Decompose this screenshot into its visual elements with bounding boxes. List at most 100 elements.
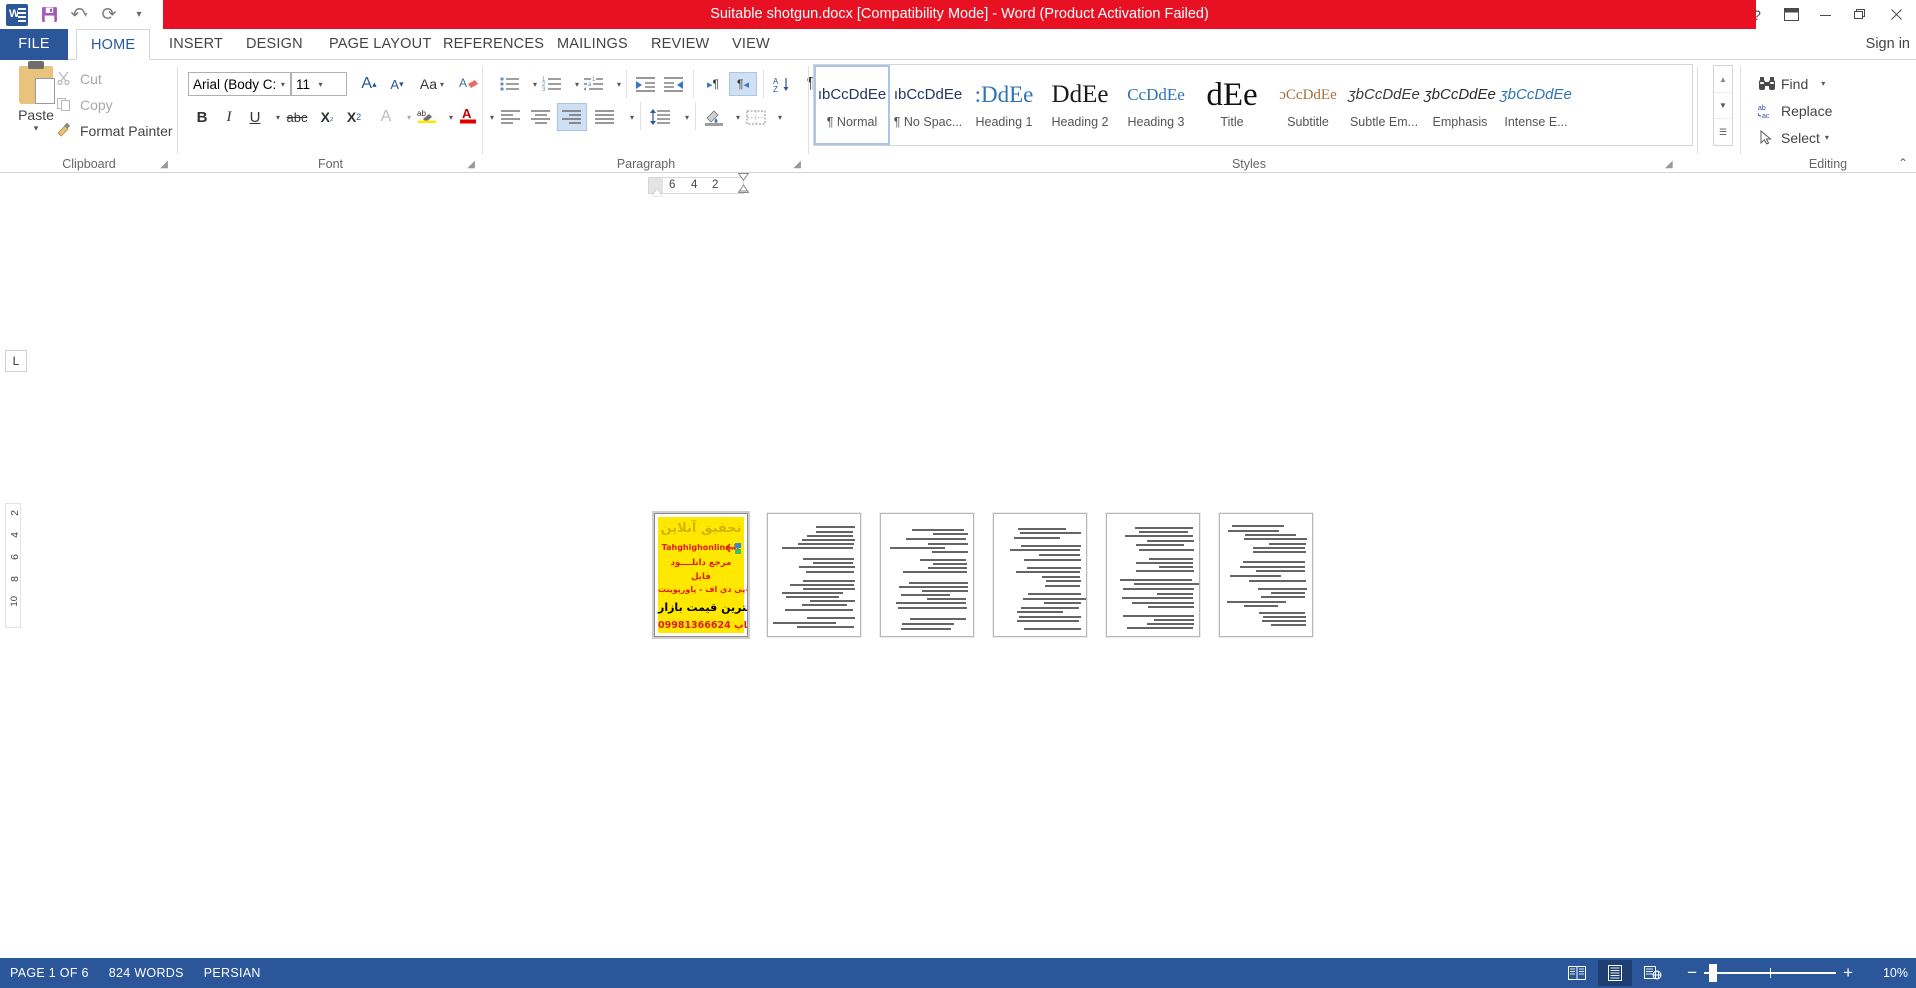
borders-dropdown-icon[interactable]: ▾	[768, 105, 792, 129]
grow-font-button[interactable]: A ▴	[356, 72, 382, 96]
vertical-ruler[interactable]: 2 4 6 8 10	[5, 503, 21, 628]
tab-mailings[interactable]: MAILINGS	[543, 29, 642, 60]
shading-button[interactable]	[701, 105, 727, 129]
read-mode-button[interactable]	[1560, 960, 1594, 986]
find-button[interactable]: Find ▾	[1758, 72, 1825, 95]
document-page[interactable]	[993, 513, 1087, 637]
underline-button[interactable]: U	[243, 105, 267, 129]
tab-references[interactable]: REFERENCES	[429, 29, 558, 60]
font-color-button[interactable]: A	[455, 103, 481, 127]
font-size-combobox[interactable]: 11 ▾	[291, 72, 347, 96]
superscript-button[interactable]: X2	[341, 105, 367, 129]
restore-button[interactable]	[1842, 0, 1876, 29]
text-effects-button[interactable]: A	[374, 105, 398, 129]
zoom-thumb[interactable]	[1709, 964, 1718, 982]
font-size-dropdown-icon[interactable]: ▾	[313, 80, 328, 89]
styles-gallery[interactable]: ıbCcDdEe ¶ Normal ıbCcDdEe ¶ No Spac...:DdE…	[813, 64, 1693, 146]
cut-button[interactable]: Cut	[56, 70, 102, 88]
numbering-button[interactable]: 123	[539, 72, 565, 96]
style-item-title[interactable]: dEe Title	[1194, 65, 1270, 145]
select-dropdown-icon[interactable]: ▾	[1825, 133, 1829, 142]
document-page[interactable]	[767, 513, 861, 637]
zoom-in-button[interactable]: +	[1836, 963, 1860, 983]
align-center-button[interactable]	[527, 105, 555, 129]
left-to-right-button[interactable]: ▸ ¶	[699, 72, 727, 96]
paragraph-dialog-launcher[interactable]: ◢	[793, 159, 801, 170]
document-page[interactable]: تحقیق آنلاین Tahghighonline.ir مرجع دانلــ…	[654, 513, 748, 637]
style-item-subtle-em[interactable]: ʒbCcDdEe Subtle Em...	[1346, 65, 1422, 145]
replace-button[interactable]: ab ac Replace	[1758, 99, 1832, 122]
italic-button[interactable]: I	[217, 105, 241, 129]
shrink-font-button[interactable]: A ▾	[384, 72, 410, 96]
zoom-level-label[interactable]: 10%	[1870, 966, 1908, 980]
close-button[interactable]	[1876, 0, 1916, 29]
styles-scroll-up-icon[interactable]: ▲	[1714, 66, 1732, 92]
style-item-heading-2[interactable]: DdEe Heading 2	[1042, 65, 1118, 145]
zoom-slider[interactable]: − +	[1680, 963, 1860, 983]
select-button[interactable]: Select ▾	[1758, 126, 1829, 149]
ruler-track[interactable]: 6 4 2	[648, 177, 744, 194]
save-icon[interactable]	[34, 0, 64, 29]
undo-icon[interactable]: ↶ ▾	[64, 0, 94, 29]
change-case-button[interactable]: Aa ▾	[415, 72, 449, 96]
document-page[interactable]	[880, 513, 974, 637]
ribbon-display-options-icon[interactable]	[1774, 0, 1808, 29]
align-right-button[interactable]	[557, 103, 587, 131]
borders-button[interactable]	[743, 105, 769, 129]
minimize-button[interactable]	[1808, 0, 1842, 29]
increase-indent-button[interactable]	[661, 72, 687, 96]
print-layout-button[interactable]	[1598, 960, 1633, 986]
subscript-button[interactable]: X₂	[314, 105, 340, 129]
styles-more-icon[interactable]: ☰	[1714, 118, 1732, 145]
first-line-indent-marker[interactable]	[652, 189, 662, 196]
clear-formatting-button[interactable]: A	[455, 72, 481, 96]
document-page[interactable]	[1219, 513, 1313, 637]
document-page[interactable]	[1106, 513, 1200, 637]
style-item-heading-3[interactable]: CcDdEe Heading 3	[1118, 65, 1194, 145]
tab-file[interactable]: FILE	[0, 29, 68, 60]
font-name-combobox[interactable]: Arial (Body C: ▾	[188, 72, 291, 96]
style-item-intense-e[interactable]: ʒbCcDdEe Intense E...	[1498, 65, 1574, 145]
bullets-button[interactable]	[497, 72, 523, 96]
tab-review[interactable]: REVIEW	[637, 29, 723, 60]
zoom-track[interactable]	[1704, 964, 1837, 982]
styles-scroll-down-icon[interactable]: ▼	[1714, 92, 1732, 118]
tab-design[interactable]: DESIGN	[232, 29, 317, 60]
highlight-color-button[interactable]: ab	[414, 103, 440, 127]
collapse-ribbon-icon[interactable]: ⌃	[1898, 156, 1908, 170]
justify-button[interactable]	[591, 105, 619, 129]
right-to-left-button[interactable]: ¶ ◂	[729, 72, 757, 96]
style-item--normal[interactable]: ıbCcDdEe ¶ Normal	[814, 65, 890, 145]
page-indicator[interactable]: PAGE 1 OF 6	[10, 966, 89, 980]
tab-insert[interactable]: INSERT	[155, 29, 237, 60]
clipboard-dialog-launcher[interactable]: ◢	[160, 159, 168, 170]
multilevel-list-button[interactable]: 1ai	[581, 72, 607, 96]
tab-view[interactable]: VIEW	[718, 29, 784, 60]
line-spacing-button[interactable]	[646, 105, 674, 129]
zoom-out-button[interactable]: −	[1680, 963, 1704, 983]
web-layout-button[interactable]	[1636, 960, 1670, 986]
strikethrough-button[interactable]: abc	[282, 105, 312, 129]
tab-stop-selector[interactable]: L	[5, 350, 27, 372]
style-item-heading-1[interactable]: :DdEe Heading 1	[966, 65, 1042, 145]
multilevel-dropdown-icon[interactable]: ▾	[607, 72, 631, 96]
decrease-indent-button[interactable]	[633, 72, 659, 96]
sort-button[interactable]: A Z	[769, 72, 795, 96]
customize-quick-access-icon[interactable]: ▾	[124, 0, 154, 29]
help-icon[interactable]: ?	[1740, 0, 1774, 29]
style-item-subtitle[interactable]: ɔCcDdEe Subtitle	[1270, 65, 1346, 145]
copy-button[interactable]: Copy	[56, 96, 113, 114]
sign-in-link[interactable]: Sign in	[1866, 29, 1910, 60]
style-item--no-spac[interactable]: ıbCcDdEe ¶ No Spac...	[890, 65, 966, 145]
find-dropdown-icon[interactable]: ▾	[1821, 79, 1825, 88]
redo-icon[interactable]: ⟳	[94, 0, 124, 29]
font-dialog-launcher[interactable]: ◢	[467, 159, 475, 170]
hanging-indent-marker[interactable]	[737, 173, 750, 193]
format-painter-button[interactable]: Format Painter	[56, 122, 173, 140]
font-name-dropdown-icon[interactable]: ▾	[276, 80, 290, 89]
tab-home[interactable]: HOME	[76, 29, 151, 60]
word-count[interactable]: 824 WORDS	[109, 966, 184, 980]
language-indicator[interactable]: PERSIAN	[204, 966, 261, 980]
style-item-emphasis[interactable]: ʒbCcDdEe Emphasis	[1422, 65, 1498, 145]
tab-page-layout[interactable]: PAGE LAYOUT	[315, 29, 445, 60]
